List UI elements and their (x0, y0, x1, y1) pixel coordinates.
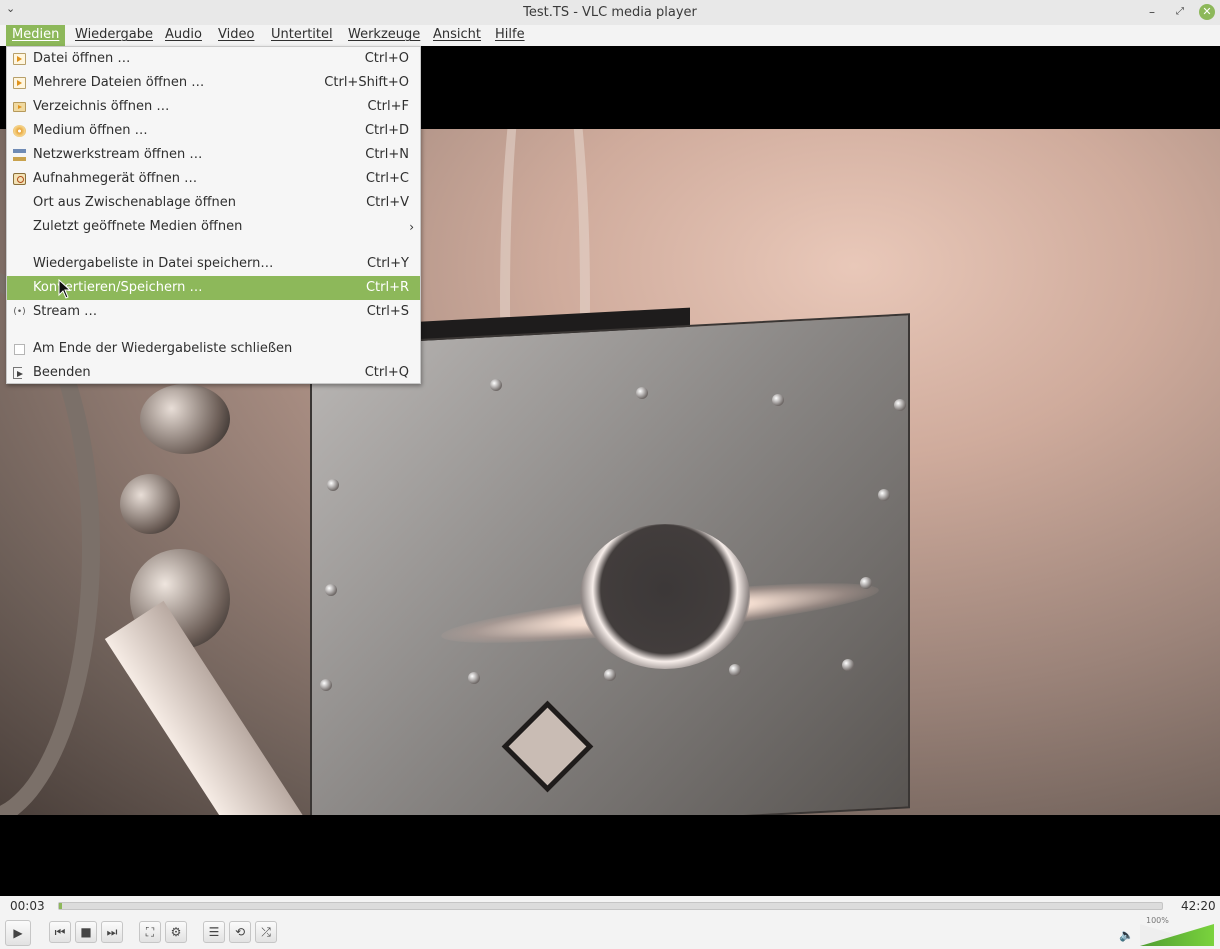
menu-item-label: Beenden (33, 365, 91, 380)
quit-icon (13, 367, 23, 379)
video-bolt (878, 489, 890, 501)
folder-icon (13, 102, 26, 112)
window-title: Test.TS - VLC media player (523, 5, 697, 20)
close-icon[interactable]: ✕ (1199, 4, 1215, 20)
menu-item-open-capture[interactable]: Aufnahmegerät öffnen … Ctrl+C (7, 167, 420, 191)
menu-item-save-playlist[interactable]: Wiedergabeliste in Datei speichern… Ctrl… (7, 252, 420, 276)
video-bolt (842, 659, 854, 671)
shuffle-button[interactable]: ⤮ (255, 921, 277, 943)
menu-item-shortcut: Ctrl+Y (367, 256, 409, 271)
media-menu-dropdown: Datei öffnen … Ctrl+O Mehrere Dateien öf… (6, 46, 421, 384)
menu-ansicht[interactable]: Ansicht (427, 25, 487, 46)
chevron-right-icon: › (409, 220, 414, 234)
quit-at-end-checkbox[interactable] (14, 344, 25, 355)
play-button[interactable]: ▶ (5, 920, 31, 946)
menu-item-label: Netzwerkstream öffnen … (33, 147, 203, 162)
previous-button[interactable]: ⏮ (49, 921, 71, 943)
menu-item-shortcut: Ctrl+R (365, 280, 409, 295)
video-bolt (860, 577, 872, 589)
menu-item-shortcut: Ctrl+O (364, 51, 409, 66)
video-bolt (327, 479, 339, 491)
fullscreen-button[interactable]: ⛶ (139, 921, 161, 943)
network-icon (13, 149, 26, 161)
elapsed-time: 00:03 (10, 899, 45, 913)
video-bolt (894, 399, 906, 411)
menu-item-label: Zuletzt geöffnete Medien öffnen (33, 219, 243, 234)
playlist-button[interactable]: ☰ (203, 921, 225, 943)
menu-item-label: Stream … (33, 304, 98, 319)
video-bolt (729, 664, 741, 676)
menu-item-label: Medium öffnen … (33, 123, 148, 138)
menu-bar: Medien Wiedergabe Audio Video Untertitel… (0, 25, 1220, 46)
seek-bar: 00:03 42:20 (0, 896, 1220, 916)
menu-item-label: Verzeichnis öffnen … (33, 99, 170, 114)
seek-slider[interactable] (58, 902, 1163, 910)
menu-item-shortcut: Ctrl+Q (364, 365, 409, 380)
menu-item-shortcut: Ctrl+N (365, 147, 409, 162)
video-bolt (636, 387, 648, 399)
volume-percent: 100% (1146, 916, 1169, 925)
menu-item-open-file[interactable]: Datei öffnen … Ctrl+O (7, 47, 420, 71)
menu-item-open-clipboard[interactable]: Ort aus Zwischenablage öffnen Ctrl+V (7, 191, 420, 215)
total-time: 42:20 (1181, 899, 1216, 913)
loop-button[interactable]: ⟲ (229, 921, 251, 943)
menu-item-stream[interactable]: (•) Stream … Ctrl+S (7, 300, 420, 324)
menu-item-open-multiple[interactable]: Mehrere Dateien öffnen … Ctrl+Shift+O (7, 71, 420, 95)
seek-progress (59, 903, 63, 909)
menu-item-shortcut: Ctrl+C (365, 171, 409, 186)
menu-item-label: Aufnahmegerät öffnen … (33, 171, 198, 186)
files-open-icon (13, 77, 26, 89)
menu-item-label: Am Ende der Wiedergabeliste schließen (33, 341, 293, 356)
menu-item-shortcut: Ctrl+V (366, 195, 409, 210)
speaker-icon[interactable]: 🔈 (1119, 928, 1134, 942)
menu-wiedergabe[interactable]: Wiedergabe (69, 25, 159, 46)
file-open-icon (13, 53, 26, 65)
menu-item-open-network[interactable]: Netzwerkstream öffnen … Ctrl+N (7, 143, 420, 167)
menu-audio[interactable]: Audio (159, 25, 208, 46)
menu-item-shortcut: Ctrl+Shift+O (324, 75, 409, 90)
menu-medien[interactable]: Medien (6, 25, 66, 46)
menu-werkzeuge[interactable]: Werkzeuge (342, 25, 426, 46)
control-bar: ▶ ⏮ ■ ⏭ ⛶ ⚙ ☰ ⟲ ⤮ 🔈 100% (0, 916, 1220, 949)
video-lamp (120, 474, 180, 534)
menu-item-shortcut: Ctrl+S (366, 304, 409, 319)
menu-item-quit-at-end[interactable]: Am Ende der Wiedergabeliste schließen (7, 337, 420, 361)
menu-item-open-disc[interactable]: Medium öffnen … Ctrl+D (7, 119, 420, 143)
video-lamp (140, 384, 230, 454)
capture-device-icon (13, 173, 26, 185)
video-bolt (604, 669, 616, 681)
video-bolt (325, 584, 337, 596)
menu-video[interactable]: Video (212, 25, 260, 46)
next-button[interactable]: ⏭ (101, 921, 123, 943)
menu-untertitel[interactable]: Untertitel (265, 25, 339, 46)
menu-item-label: Mehrere Dateien öffnen … (33, 75, 205, 90)
disc-icon (13, 125, 26, 137)
title-bar: ⌄ Test.TS - VLC media player – ⤢ ✕ (0, 0, 1220, 25)
menu-hilfe[interactable]: Hilfe (489, 25, 531, 46)
menu-item-shortcut: Ctrl+D (364, 123, 409, 138)
menu-item-recent-media[interactable]: Zuletzt geöffnete Medien öffnen › (7, 215, 420, 239)
maximize-icon[interactable]: ⤢ (1172, 4, 1188, 20)
video-black-hole (580, 524, 750, 669)
volume-slider[interactable]: 100% (1140, 916, 1214, 946)
menu-item-label: Ort aus Zwischenablage öffnen (33, 195, 237, 210)
menu-item-quit[interactable]: Beenden Ctrl+Q (7, 361, 420, 385)
stream-icon: (•) (13, 307, 26, 317)
menu-item-label: Wiedergabeliste in Datei speichern… (33, 256, 274, 271)
menu-item-open-folder[interactable]: Verzeichnis öffnen … Ctrl+F (7, 95, 420, 119)
video-bolt (468, 672, 480, 684)
extended-settings-button[interactable]: ⚙ (165, 921, 187, 943)
video-bolt (772, 394, 784, 406)
minimize-icon[interactable]: – (1144, 4, 1160, 20)
menu-item-shortcut: Ctrl+F (367, 99, 409, 114)
video-bolt (490, 379, 502, 391)
stop-button[interactable]: ■ (75, 921, 97, 943)
video-bolt (320, 679, 332, 691)
menu-item-label: Datei öffnen … (33, 51, 131, 66)
